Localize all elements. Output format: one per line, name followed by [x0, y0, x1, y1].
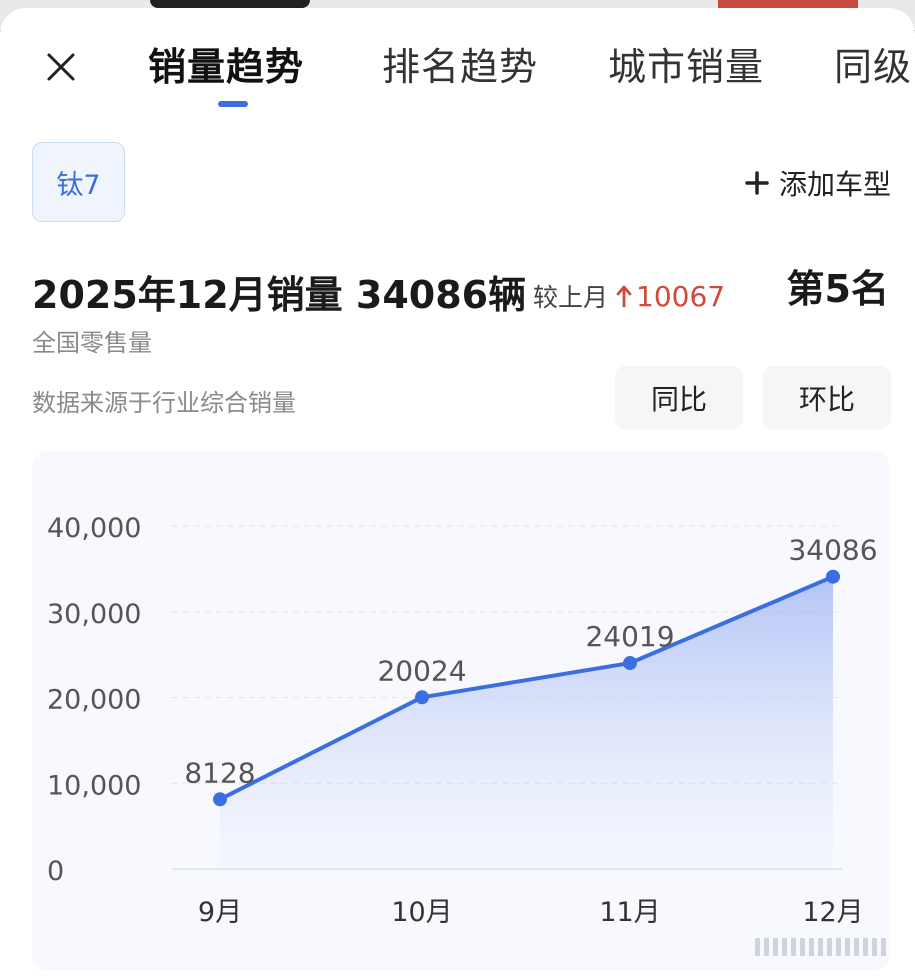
data-label: 34086	[788, 534, 877, 567]
y-tick-label: 20,000	[47, 685, 141, 716]
y-tick-label: 30,000	[47, 599, 141, 630]
x-tick-label: 11月	[599, 897, 660, 928]
add-model-label: 添加车型	[778, 168, 891, 201]
data-point	[213, 792, 227, 807]
yoy-button[interactable]: 同比	[615, 366, 743, 429]
data-point	[826, 569, 840, 584]
add-model-button[interactable]: 添加车型	[745, 163, 891, 203]
y-tick-label: 40,000	[47, 513, 141, 544]
month-over-month: 较上月 10067	[533, 278, 725, 314]
data-label: 24019	[585, 620, 674, 653]
active-tab-indicator	[218, 101, 248, 107]
data-point	[415, 690, 429, 705]
tab-sales-trend[interactable]: 销量趋势	[148, 36, 304, 91]
compare-label: 较上月	[533, 283, 609, 312]
tab-rank-trend[interactable]: 排名趋势	[382, 36, 538, 91]
tab-city-sales[interactable]: 城市销量	[608, 36, 764, 91]
mom-button[interactable]: 环比	[763, 366, 891, 429]
background-image	[150, 0, 310, 8]
y-tick-label: 0	[47, 856, 64, 887]
x-tick-label: 10月	[391, 897, 452, 928]
sales-chart: 0 10,000 20,000 30,000 40,000 8128 9月 20024 10月 2…	[32, 451, 890, 971]
rank-badge: 第5名	[786, 267, 889, 311]
compare-delta: 10067	[636, 279, 726, 313]
background-button	[718, 0, 858, 8]
model-chip[interactable]: 钛7	[32, 142, 125, 222]
series-area	[220, 576, 833, 869]
arrow-up-icon	[616, 284, 632, 308]
data-label: 8128	[184, 756, 255, 789]
sales-chart-svg: 0 10,000 20,000 30,000 40,000 8128 9月 20024 10月 2…	[47, 513, 878, 928]
scope-label: 全国零售量	[32, 329, 152, 357]
data-label: 20024	[377, 654, 466, 687]
y-tick-label: 10,000	[47, 770, 141, 801]
scroll-indicator	[755, 938, 886, 956]
x-tick-label: 12月	[802, 897, 863, 928]
tab-bar: 销量趋势 排名趋势 城市销量 同级	[0, 36, 915, 116]
sales-trend-sheet: 销量趋势 排名趋势 城市销量 同级 钛7 添加车型 2025年12月销量 340…	[0, 8, 915, 978]
sales-headline: 2025年12月销量 34086辆	[32, 273, 527, 317]
tab-same-class[interactable]: 同级	[834, 36, 912, 91]
plus-icon	[745, 171, 769, 195]
data-point	[623, 656, 637, 671]
source-label: 数据来源于行业综合销量	[32, 389, 296, 417]
x-tick-label: 9月	[198, 897, 242, 928]
